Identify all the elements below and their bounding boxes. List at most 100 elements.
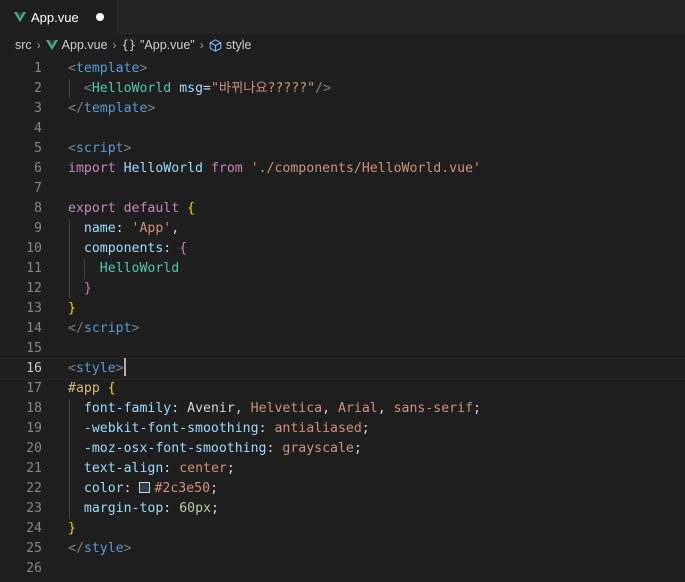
code-token: template <box>83 101 148 116</box>
code-line[interactable]: 16 <style> <box>0 358 685 380</box>
code-token: Arial <box>338 401 378 416</box>
code-token: > <box>139 61 148 76</box>
code-text: </script> <box>68 319 139 339</box>
code-line[interactable]: 17 #app { <box>0 379 685 399</box>
code-line[interactable]: 8 export default { <box>0 199 685 219</box>
line-number: 24 <box>26 521 42 536</box>
code-token: #app <box>68 381 100 396</box>
code-token: </ <box>68 101 84 116</box>
line-number: 23 <box>26 501 42 516</box>
code-token: export <box>68 201 116 216</box>
breadcrumb-item-component[interactable]: {} "App.vue" <box>122 38 195 52</box>
line-number: 18 <box>26 401 42 416</box>
code-text: </style> <box>68 539 132 559</box>
line-number: 22 <box>26 481 42 496</box>
code-token: } <box>68 301 76 316</box>
code-line[interactable]: 15 <box>0 339 685 359</box>
code-token: #2c3e50 <box>154 481 211 496</box>
vue-logo-icon <box>14 12 26 22</box>
code-text: margin-top: 60px; <box>68 499 219 519</box>
code-line[interactable]: 5 <script> <box>0 139 685 159</box>
code-line[interactable]: 1 <template> <box>0 59 685 79</box>
code-text: import HelloWorld from './components/Hel… <box>68 159 481 179</box>
line-number: 15 <box>26 341 42 356</box>
code-token: style <box>75 361 116 376</box>
code-token: center <box>179 461 227 476</box>
code-line[interactable]: 25 </style> <box>0 539 685 559</box>
code-line[interactable]: 21 text-align: center; <box>0 459 685 479</box>
code-token: ; <box>473 401 481 416</box>
code-editor[interactable]: 1 <template> 2 <HelloWorld msg="바뀌나요?????"… <box>0 59 685 579</box>
code-line[interactable]: 4 <box>0 119 685 139</box>
line-number: 10 <box>26 241 42 256</box>
code-line[interactable]: 9 name: 'App', <box>0 219 685 239</box>
code-line[interactable]: 13} <box>0 299 685 319</box>
breadcrumb-item-src[interactable]: src <box>15 38 32 52</box>
code-text: text-align: center; <box>68 459 235 479</box>
code-token: } <box>83 281 92 296</box>
code-token: from <box>210 161 243 176</box>
tab-app-vue[interactable]: App.vue <box>0 0 118 34</box>
code-text: -webkit-font-smoothing: antialiased; <box>68 419 370 439</box>
code-line[interactable]: 11 HelloWorld <box>0 259 685 279</box>
code-line[interactable]: 18 font-family: Avenir, Helvetica, Arial… <box>0 399 685 419</box>
line-number: 8 <box>34 201 42 216</box>
color-swatch-icon[interactable] <box>139 481 151 493</box>
code-text: export default { <box>68 199 195 219</box>
breadcrumb-label: style <box>225 38 252 52</box>
code-line[interactable]: 14 </script> <box>0 319 685 339</box>
code-token: } <box>68 521 76 536</box>
code-token: template <box>75 61 140 76</box>
breadcrumb: src › App.vue › {} "App.vue" › style <box>0 34 685 56</box>
code-token: components <box>83 241 164 256</box>
code-text: <HelloWorld msg="바뀌나요?????"/> <box>68 79 331 99</box>
breadcrumb-label: App.vue <box>61 38 108 52</box>
code-line[interactable]: 24} <box>0 519 685 539</box>
code-token: : <box>171 401 188 416</box>
code-line[interactable]: 10 components: { <box>0 239 685 259</box>
code-line[interactable]: 19 -webkit-font-smoothing: antialiased; <box>0 419 685 439</box>
code-token: sans-serif <box>393 401 474 416</box>
text-cursor <box>123 358 126 376</box>
vue-logo-icon <box>45 40 58 50</box>
code-token: antialiased <box>274 421 362 436</box>
line-number: 13 <box>26 301 42 316</box>
code-token: </ <box>68 321 84 336</box>
code-line[interactable]: 26 <box>0 559 685 579</box>
code-token: , <box>322 401 339 416</box>
code-token: { <box>179 241 188 256</box>
code-token: "바뀌나요?????" <box>210 81 316 96</box>
code-line[interactable]: 2 <HelloWorld msg="바뀌나요?????"/> <box>0 79 685 99</box>
line-number: 4 <box>34 121 42 136</box>
breadcrumb-item-style[interactable]: style <box>209 38 252 52</box>
code-token: HelloWorld <box>99 261 180 276</box>
code-line[interactable]: 7 <box>0 179 685 199</box>
code-token: > <box>147 101 156 116</box>
code-line[interactable]: 22 color: #2c3e50; <box>0 479 685 499</box>
code-token: : <box>266 441 283 456</box>
code-line[interactable]: 12 } <box>0 279 685 299</box>
breadcrumb-item-file[interactable]: App.vue <box>45 38 108 52</box>
code-token: , <box>377 401 394 416</box>
code-line[interactable]: 6 import HelloWorld from './components/He… <box>0 159 685 179</box>
code-token: > <box>123 541 132 556</box>
code-line[interactable]: 3 </template> <box>0 99 685 119</box>
code-line[interactable]: 23 margin-top: 60px; <box>0 499 685 519</box>
code-token: color <box>83 481 124 496</box>
code-line[interactable]: 20 -moz-osx-font-smoothing: grayscale; <box>0 439 685 459</box>
code-token: : <box>258 421 275 436</box>
line-number: 9 <box>34 221 42 236</box>
code-token: < <box>68 361 76 376</box>
code-token: default <box>123 201 180 216</box>
unsaved-dot-icon[interactable] <box>96 13 104 21</box>
